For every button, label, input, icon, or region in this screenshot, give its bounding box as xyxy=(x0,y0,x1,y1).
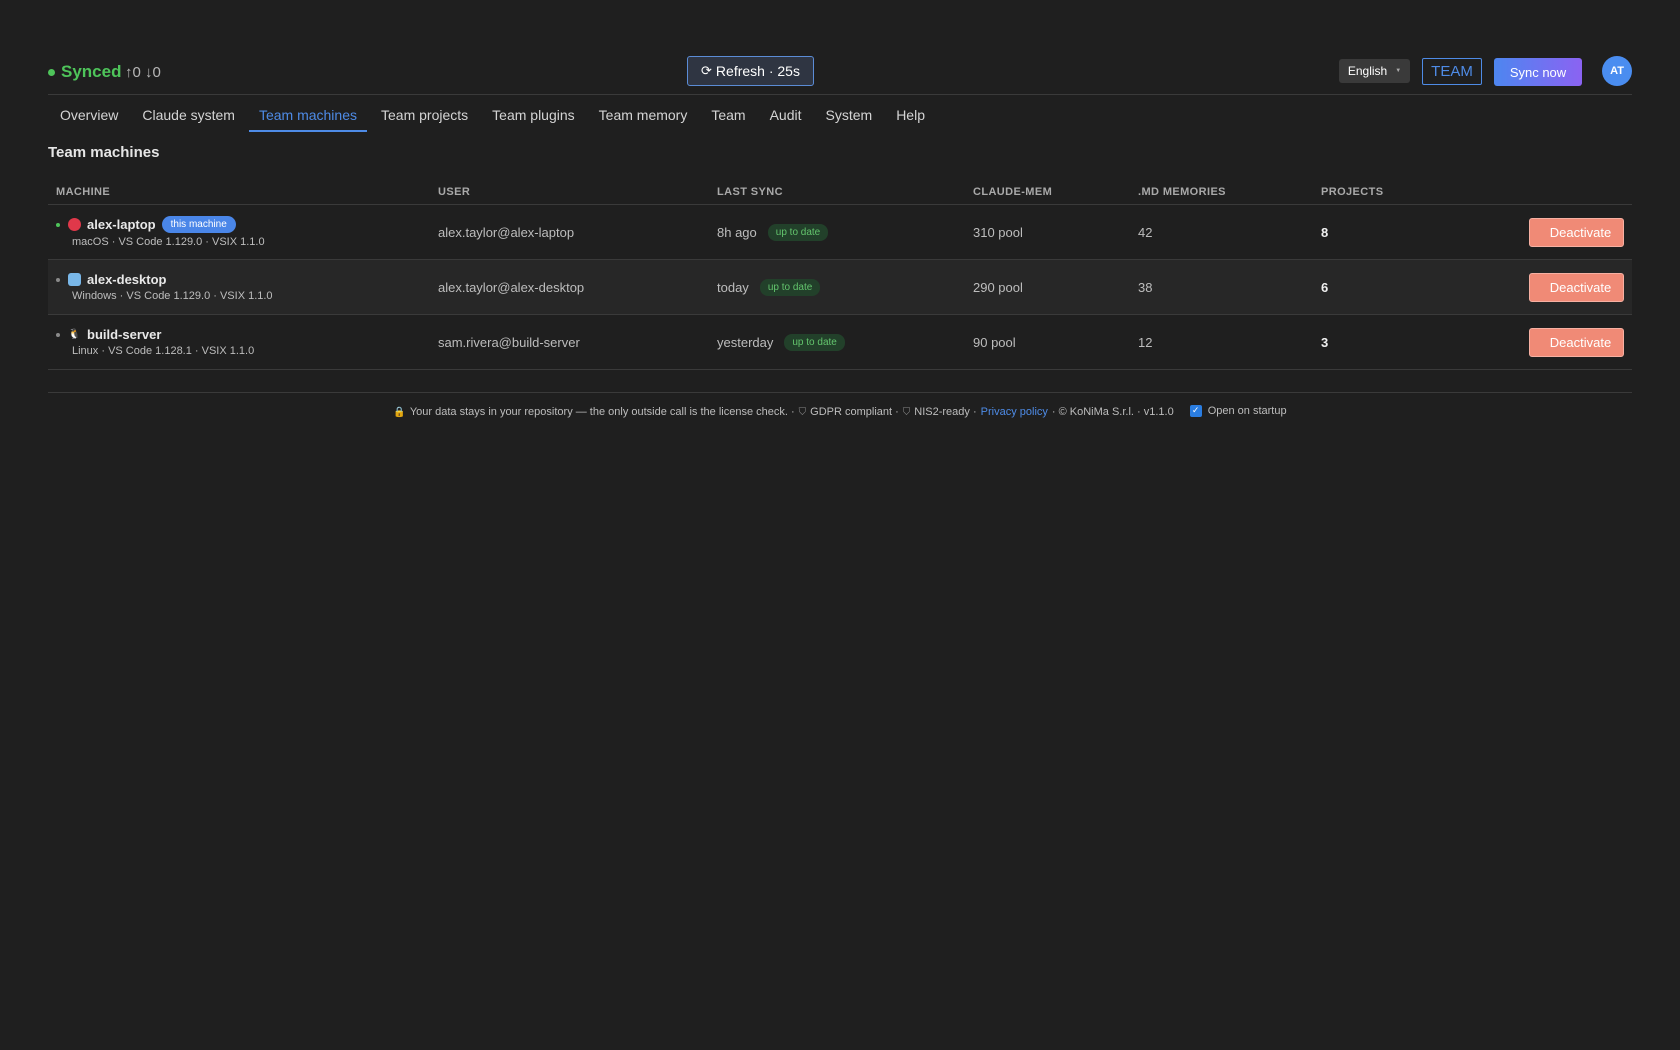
tab-team-machines[interactable]: Team machines xyxy=(248,95,367,132)
apple-icon xyxy=(68,218,81,231)
column-header-md-memories[interactable]: .MD MEMORIES xyxy=(1130,181,1313,204)
synced-dot-icon xyxy=(48,68,55,76)
nis2-text: NIS2-ready · xyxy=(914,406,977,418)
machine-cell: alex-laptop this machine macOS · VS Code… xyxy=(48,216,430,248)
machines-table: MACHINE USER LAST SYNC CLAUDE-MEM .MD ME… xyxy=(48,181,1632,370)
page-title: Team machines xyxy=(48,144,160,161)
column-header-projects[interactable]: PROJECTS xyxy=(1313,181,1513,204)
tab-help[interactable]: Help xyxy=(886,95,935,132)
machine-title: alex-desktop xyxy=(56,272,430,287)
column-header-machine[interactable]: MACHINE xyxy=(48,181,430,204)
column-header-last-sync[interactable]: LAST SYNC xyxy=(709,181,965,204)
sync-counters: ↑0 ↓0 xyxy=(125,64,161,81)
column-header-actions xyxy=(1513,181,1632,204)
windows-icon xyxy=(68,273,81,286)
tab-audit[interactable]: Audit xyxy=(760,95,812,132)
machine-cell: 🐧 build-server Linux · VS Code 1.128.1 ·… xyxy=(48,327,430,357)
deactivate-button[interactable]: Deactivate xyxy=(1529,328,1624,357)
claude-mem-cell: 310 pool xyxy=(973,224,1023,240)
md-memories-cell: 38 xyxy=(1138,279,1153,295)
last-sync-value: today xyxy=(717,279,749,295)
user-cell: alex.taylor@alex-laptop xyxy=(438,224,575,240)
machine-title: alex-laptop this machine xyxy=(56,216,430,233)
copyright-text: · © KoNiMa S.r.l. · v1.1.0 xyxy=(1051,406,1174,418)
chevron-down-icon: ▼ xyxy=(1395,68,1402,74)
machine-details: Windows · VS Code 1.129.0 · VSIX 1.1.0 xyxy=(72,290,273,302)
machine-cell: alex-desktop Windows · VS Code 1.129.0 ·… xyxy=(48,272,430,302)
status-badge: up to date xyxy=(759,278,821,296)
language-select[interactable]: English ▼ xyxy=(1339,59,1410,83)
status-dot-icon xyxy=(56,222,60,227)
status-dot-icon xyxy=(56,332,60,337)
deactivate-button[interactable]: Deactivate xyxy=(1529,273,1624,302)
table-row: alex-laptop this machine macOS · VS Code… xyxy=(48,205,1632,260)
lock-icon: 🔒 xyxy=(393,406,406,418)
open-on-startup-label: Open on startup xyxy=(1207,404,1287,417)
machine-name: build-server xyxy=(87,327,162,342)
open-on-startup[interactable]: ✓ Open on startup xyxy=(1189,404,1287,417)
tab-claude-system[interactable]: Claude system xyxy=(132,95,245,132)
privacy-policy-link[interactable]: Privacy policy xyxy=(981,406,1048,418)
footer: 🔒 Your data stays in your repository — t… xyxy=(48,404,1632,418)
machine-details: Linux · VS Code 1.128.1 · VSIX 1.1.0 xyxy=(72,345,255,357)
language-value: English xyxy=(1347,64,1388,78)
projects-cell: 8 xyxy=(1321,224,1329,240)
header: Synced ↑0 ↓0 ⟳ Refresh · 25s English ▼ T… xyxy=(48,0,1632,95)
status-badge: up to date xyxy=(784,333,845,351)
status-dot-icon xyxy=(56,277,60,282)
tab-bar: Overview Claude system Team machines Team p… xyxy=(48,95,1632,132)
sync-now-button[interactable]: Sync now xyxy=(1494,58,1582,86)
user-cell: sam.rivera@build-server xyxy=(438,334,580,350)
machine-details: macOS · VS Code 1.129.0 · VSIX 1.1.0 xyxy=(72,236,265,248)
last-sync-cell: yesterday up to date xyxy=(709,333,965,351)
tab-team[interactable]: Team xyxy=(701,95,755,132)
refresh-icon: ⟳ xyxy=(701,63,712,78)
table-body: alex-laptop this machine macOS · VS Code… xyxy=(48,205,1632,370)
deactivate-button[interactable]: Deactivate xyxy=(1529,218,1624,247)
column-header-user[interactable]: USER xyxy=(430,181,709,204)
machine-name: alex-laptop xyxy=(87,217,156,232)
machine-name: alex-desktop xyxy=(87,272,167,287)
projects-cell: 6 xyxy=(1321,279,1329,295)
table-row: 🐧 build-server Linux · VS Code 1.128.1 ·… xyxy=(48,315,1632,370)
claude-mem-cell: 290 pool xyxy=(973,279,1023,295)
linux-icon: 🐧 xyxy=(68,329,81,340)
open-on-startup-checkbox[interactable]: ✓ xyxy=(1189,404,1202,417)
column-header-claude-mem[interactable]: CLAUDE-MEM xyxy=(965,181,1130,204)
tab-team-plugins[interactable]: Team plugins xyxy=(482,95,585,132)
last-sync-cell: 8h ago up to date xyxy=(709,223,965,241)
sync-status: Synced xyxy=(48,62,121,82)
projects-cell: 3 xyxy=(1321,334,1329,350)
last-sync-cell: today up to date xyxy=(709,278,965,296)
shield-icon: ⛉ xyxy=(902,406,911,418)
claude-mem-cell: 90 pool xyxy=(973,334,1016,350)
shield-icon: ⛉ xyxy=(798,406,807,418)
tab-overview[interactable]: Overview xyxy=(50,95,128,132)
privacy-text: Your data stays in your repository — the… xyxy=(409,406,795,418)
md-memories-cell: 12 xyxy=(1138,334,1153,350)
refresh-button[interactable]: ⟳ Refresh · 25s xyxy=(687,56,814,86)
app-root: Synced ↑0 ↓0 ⟳ Refresh · 25s English ▼ T… xyxy=(48,0,1632,418)
tab-team-projects[interactable]: Team projects xyxy=(371,95,478,132)
tab-team-memory[interactable]: Team memory xyxy=(589,95,698,132)
gdpr-text: GDPR compliant · xyxy=(810,406,899,418)
sync-status-label: Synced xyxy=(61,62,122,81)
last-sync-value: 8h ago xyxy=(717,224,757,240)
user-cell: alex.taylor@alex-desktop xyxy=(438,279,585,295)
last-sync-value: yesterday xyxy=(717,334,774,350)
footer-divider xyxy=(48,392,1632,393)
table-header: MACHINE USER LAST SYNC CLAUDE-MEM .MD ME… xyxy=(48,181,1632,205)
md-memories-cell: 42 xyxy=(1138,224,1153,240)
status-badge: up to date xyxy=(767,223,829,241)
this-machine-badge: this machine xyxy=(161,216,236,233)
machine-title: 🐧 build-server xyxy=(56,327,430,342)
refresh-label: Refresh · 25s xyxy=(715,63,800,79)
avatar[interactable]: AT xyxy=(1602,56,1632,86)
tab-system[interactable]: System xyxy=(816,95,883,132)
team-badge[interactable]: TEAM xyxy=(1422,58,1482,85)
table-row: alex-desktop Windows · VS Code 1.129.0 ·… xyxy=(48,260,1632,315)
